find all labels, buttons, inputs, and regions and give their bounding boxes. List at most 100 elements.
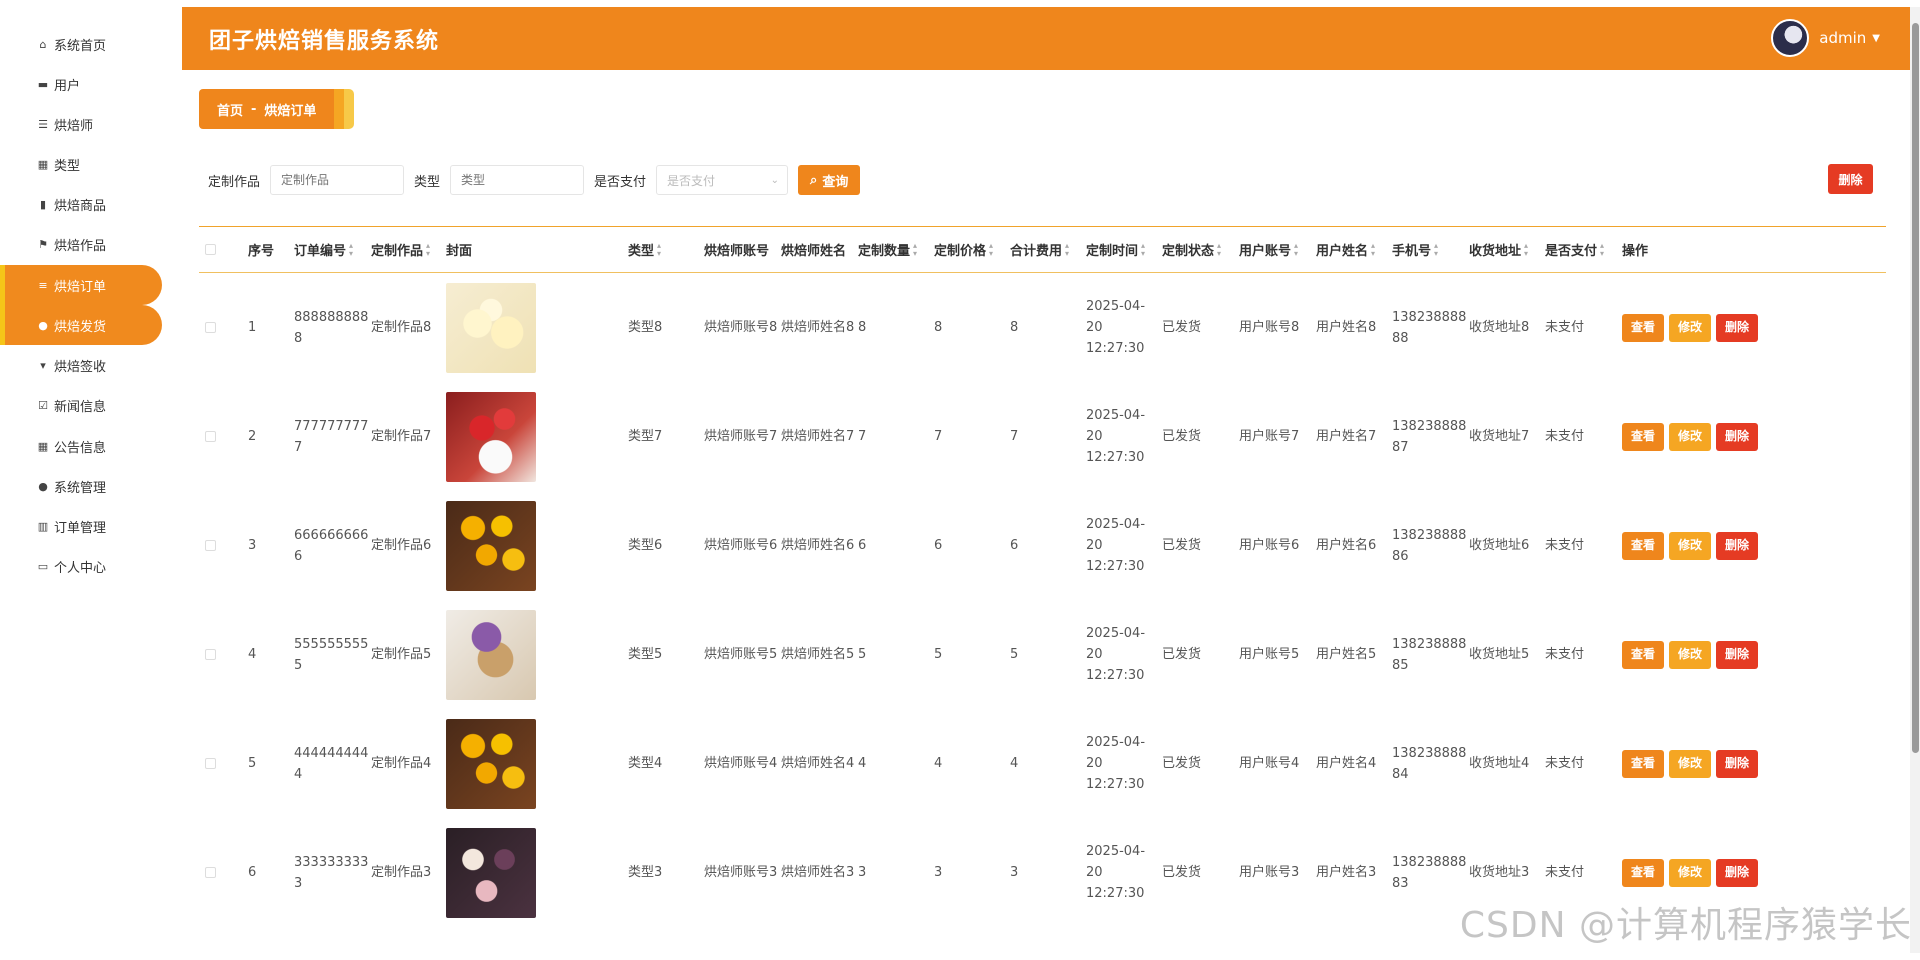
select-all-checkbox[interactable] — [205, 227, 216, 272]
cell-price: 8 — [934, 320, 943, 335]
sidebar-item[interactable]: ● 烘焙发货 — [0, 305, 162, 345]
column-header[interactable]: 是否支付 ▴ ▾ — [1545, 227, 1604, 272]
column-header[interactable]: 定制状态 ▴ ▾ — [1162, 227, 1221, 272]
cell-baker-name: 烘焙师姓名4 — [781, 756, 855, 771]
cell-price: 3 — [934, 865, 943, 880]
cell-qty: 6 — [858, 538, 867, 553]
sidebar-item[interactable]: ▦ 公告信息 — [0, 426, 162, 466]
paid-label: 是否支付 — [594, 174, 647, 190]
actions-cell: 查看 修改 删除 — [1622, 273, 1782, 382]
cell-time: 2025-04-20 12:27:30 — [1086, 735, 1146, 792]
delete-button[interactable]: 删除 — [1716, 858, 1759, 887]
column-header-label: 类型 — [628, 244, 655, 259]
cell-idx: 6 — [248, 865, 257, 880]
user-menu[interactable]: admin ▼ — [1771, 19, 1880, 57]
row-checkbox[interactable] — [205, 491, 216, 600]
view-button[interactable]: 查看 — [1622, 640, 1665, 669]
cell-status: 已发货 — [1162, 865, 1202, 880]
column-header[interactable]: 订单编号 ▴ ▾ — [294, 227, 353, 272]
sort-icon[interactable]: ▴ ▾ — [1600, 241, 1604, 258]
edit-button[interactable]: 修改 — [1669, 749, 1712, 778]
delete-button[interactable]: 删除 — [1716, 422, 1759, 451]
sidebar-item[interactable]: ▮ 烘焙商品 — [0, 184, 162, 224]
cell-paid: 未支付 — [1545, 429, 1585, 444]
cell-address: 收货地址5 — [1469, 647, 1530, 662]
column-header[interactable]: 定制数量 ▴ ▾ — [858, 227, 917, 272]
cell-user-name: 用户姓名7 — [1316, 429, 1377, 444]
edit-button[interactable]: 修改 — [1669, 422, 1712, 451]
sort-icon[interactable]: ▴ ▾ — [1141, 241, 1145, 258]
page-scrollbar[interactable] — [1910, 7, 1920, 953]
cell-status: 已发货 — [1162, 538, 1202, 553]
view-button[interactable]: 查看 — [1622, 749, 1665, 778]
sort-icon[interactable]: ▴ ▾ — [349, 241, 353, 258]
sort-icon[interactable]: ▴ ▾ — [1371, 241, 1375, 258]
sort-icon[interactable]: ▴ ▾ — [989, 241, 993, 258]
column-header[interactable]: 定制作品 ▴ ▾ — [371, 227, 430, 272]
cell-type: 类型7 — [628, 429, 663, 444]
scrollbar-thumb[interactable] — [1912, 23, 1919, 753]
column-header[interactable]: 合计费用 ▴ ▾ — [1010, 227, 1069, 272]
cell-time: 2025-04-20 12:27:30 — [1086, 844, 1146, 901]
edit-button[interactable]: 修改 — [1669, 313, 1712, 342]
cell-type: 类型4 — [628, 756, 663, 771]
column-header[interactable]: 收货地址 ▴ ▾ — [1469, 227, 1528, 272]
batch-delete-button[interactable]: 删除 — [1828, 164, 1873, 194]
sidebar-item[interactable]: ▥ 订单管理 — [0, 506, 162, 546]
sidebar-item[interactable]: ☰ 烘焙师 — [0, 104, 162, 144]
delete-button[interactable]: 删除 — [1716, 531, 1759, 560]
edit-button[interactable]: 修改 — [1669, 858, 1712, 887]
sidebar-item[interactable]: ▬ 用户 — [0, 64, 162, 104]
cell-user-name: 用户姓名6 — [1316, 538, 1377, 553]
cell-baker-name: 烘焙师姓名5 — [781, 647, 855, 662]
delete-button[interactable]: 删除 — [1716, 313, 1759, 342]
sort-icon[interactable]: ▴ ▾ — [1294, 241, 1298, 258]
view-button[interactable]: 查看 — [1622, 531, 1665, 560]
sidebar-item[interactable]: ▦ 类型 — [0, 144, 162, 184]
delete-button[interactable]: 删除 — [1716, 749, 1759, 778]
sort-icon[interactable]: ▴ ▾ — [1217, 241, 1221, 258]
sort-icon[interactable]: ▴ ▾ — [657, 241, 661, 258]
sidebar-item-label: 新闻信息 — [54, 399, 107, 415]
sort-icon[interactable]: ▴ ▾ — [1065, 241, 1069, 258]
column-header-label: 烘焙师姓名 — [781, 244, 847, 259]
column-header[interactable]: 用户账号 ▴ ▾ — [1239, 227, 1298, 272]
delete-button[interactable]: 删除 — [1716, 640, 1759, 669]
cell-time: 2025-04-20 12:27:30 — [1086, 517, 1146, 574]
sidebar-item[interactable]: ≡ 烘焙订单 — [0, 265, 162, 305]
column-header[interactable]: 用户姓名 ▴ ▾ — [1316, 227, 1375, 272]
sidebar-item[interactable]: ▭ 个人中心 — [0, 546, 162, 586]
sidebar-item[interactable]: ● 系统管理 — [0, 466, 162, 506]
sidebar-item[interactable]: ⚑ 烘焙作品 — [0, 224, 162, 264]
sort-icon[interactable]: ▴ ▾ — [1434, 241, 1438, 258]
row-checkbox[interactable] — [205, 818, 216, 927]
row-checkbox[interactable] — [205, 273, 216, 382]
column-header[interactable]: 定制价格 ▴ ▾ — [934, 227, 993, 272]
paid-select[interactable]: 是否支付 ⌄ — [656, 165, 789, 195]
work-input[interactable] — [270, 165, 405, 195]
edit-button[interactable]: 修改 — [1669, 640, 1712, 669]
sidebar-item[interactable]: ☑ 新闻信息 — [0, 385, 162, 425]
row-checkbox[interactable] — [205, 600, 216, 709]
sort-icon[interactable]: ▴ ▾ — [1524, 241, 1528, 258]
sort-icon[interactable]: ▴ ▾ — [913, 241, 917, 258]
row-checkbox[interactable] — [205, 709, 216, 818]
sidebar-item[interactable]: ▾ 烘焙签收 — [0, 345, 162, 385]
cell-type: 类型8 — [628, 320, 663, 335]
row-checkbox[interactable] — [205, 382, 216, 491]
column-header[interactable]: 类型 ▴ ▾ — [628, 227, 661, 272]
view-button[interactable]: 查看 — [1622, 858, 1665, 887]
column-header-label: 定制时间 — [1086, 244, 1139, 259]
breadcrumb-home[interactable]: 首页 — [217, 100, 243, 119]
sort-icon[interactable]: ▴ ▾ — [426, 241, 430, 258]
edit-button[interactable]: 修改 — [1669, 531, 1712, 560]
cell-address: 收货地址4 — [1469, 756, 1530, 771]
view-button[interactable]: 查看 — [1622, 313, 1665, 342]
column-header[interactable]: 定制时间 ▴ ▾ — [1086, 227, 1145, 272]
view-button[interactable]: 查看 — [1622, 422, 1665, 451]
sidebar-item[interactable]: ⌂ 系统首页 — [0, 24, 162, 64]
type-input[interactable] — [450, 165, 585, 195]
search-button[interactable]: ⌕ 查询 — [798, 165, 861, 195]
type-label: 类型 — [414, 174, 441, 190]
column-header[interactable]: 手机号 ▴ ▾ — [1392, 227, 1438, 272]
